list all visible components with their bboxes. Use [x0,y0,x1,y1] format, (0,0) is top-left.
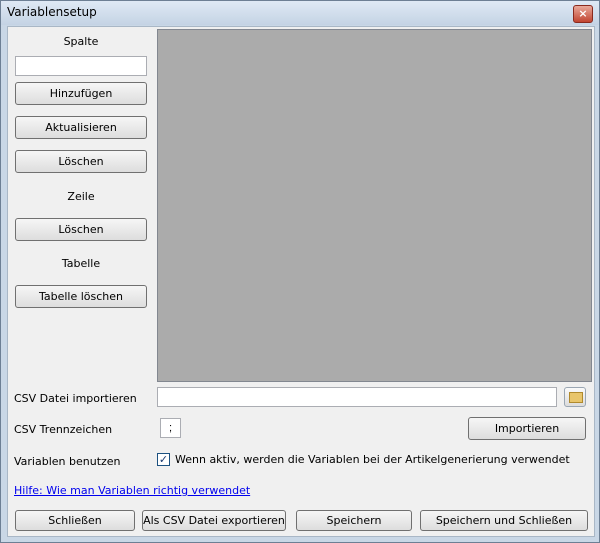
title-bar: Variablensetup × [1,1,599,25]
spalte-label: Spalte [63,35,99,48]
zeile-label: Zeile [67,190,95,203]
export-csv-button[interactable]: Als CSV Datei exportieren [142,510,286,531]
speichern-button[interactable]: Speichern [296,510,412,531]
tabelle-loeschen-button[interactable]: Tabelle löschen [15,285,147,308]
client-area: Spalte Hinzufügen Aktualisieren Löschen … [7,26,595,537]
schliessen-button[interactable]: Schließen [15,510,135,531]
speichern-und-schliessen-button[interactable]: Speichern und Schließen [420,510,588,531]
spalte-loeschen-button[interactable]: Löschen [15,150,147,173]
variablen-benutzen-label: Variablen benutzen [14,455,121,468]
variablen-benutzen-description: Wenn aktiv, werden die Variablen bei der… [175,453,570,466]
csv-separator-input[interactable] [160,418,181,438]
csv-import-path-input[interactable] [157,387,557,407]
variablen-benutzen-checkbox[interactable]: ✓ [157,453,170,466]
spalte-input[interactable] [15,56,147,76]
importieren-button[interactable]: Importieren [468,417,586,440]
close-icon[interactable]: × [573,5,593,23]
hinzufuegen-button[interactable]: Hinzufügen [15,82,147,105]
zeile-loeschen-button[interactable]: Löschen [15,218,147,241]
csv-import-label: CSV Datei importieren [14,392,137,405]
variablensetup-window: Variablensetup × Spalte Hinzufügen Aktua… [0,0,600,543]
aktualisieren-button[interactable]: Aktualisieren [15,116,147,139]
help-link[interactable]: Hilfe: Wie man Variablen richtig verwend… [14,484,250,497]
window-title: Variablensetup [7,5,97,19]
folder-icon [569,392,583,403]
variables-grid[interactable] [157,29,592,382]
folder-browse-icon[interactable] [564,387,586,407]
tabelle-label: Tabelle [61,257,101,270]
csv-separator-label: CSV Trennzeichen [14,423,113,436]
